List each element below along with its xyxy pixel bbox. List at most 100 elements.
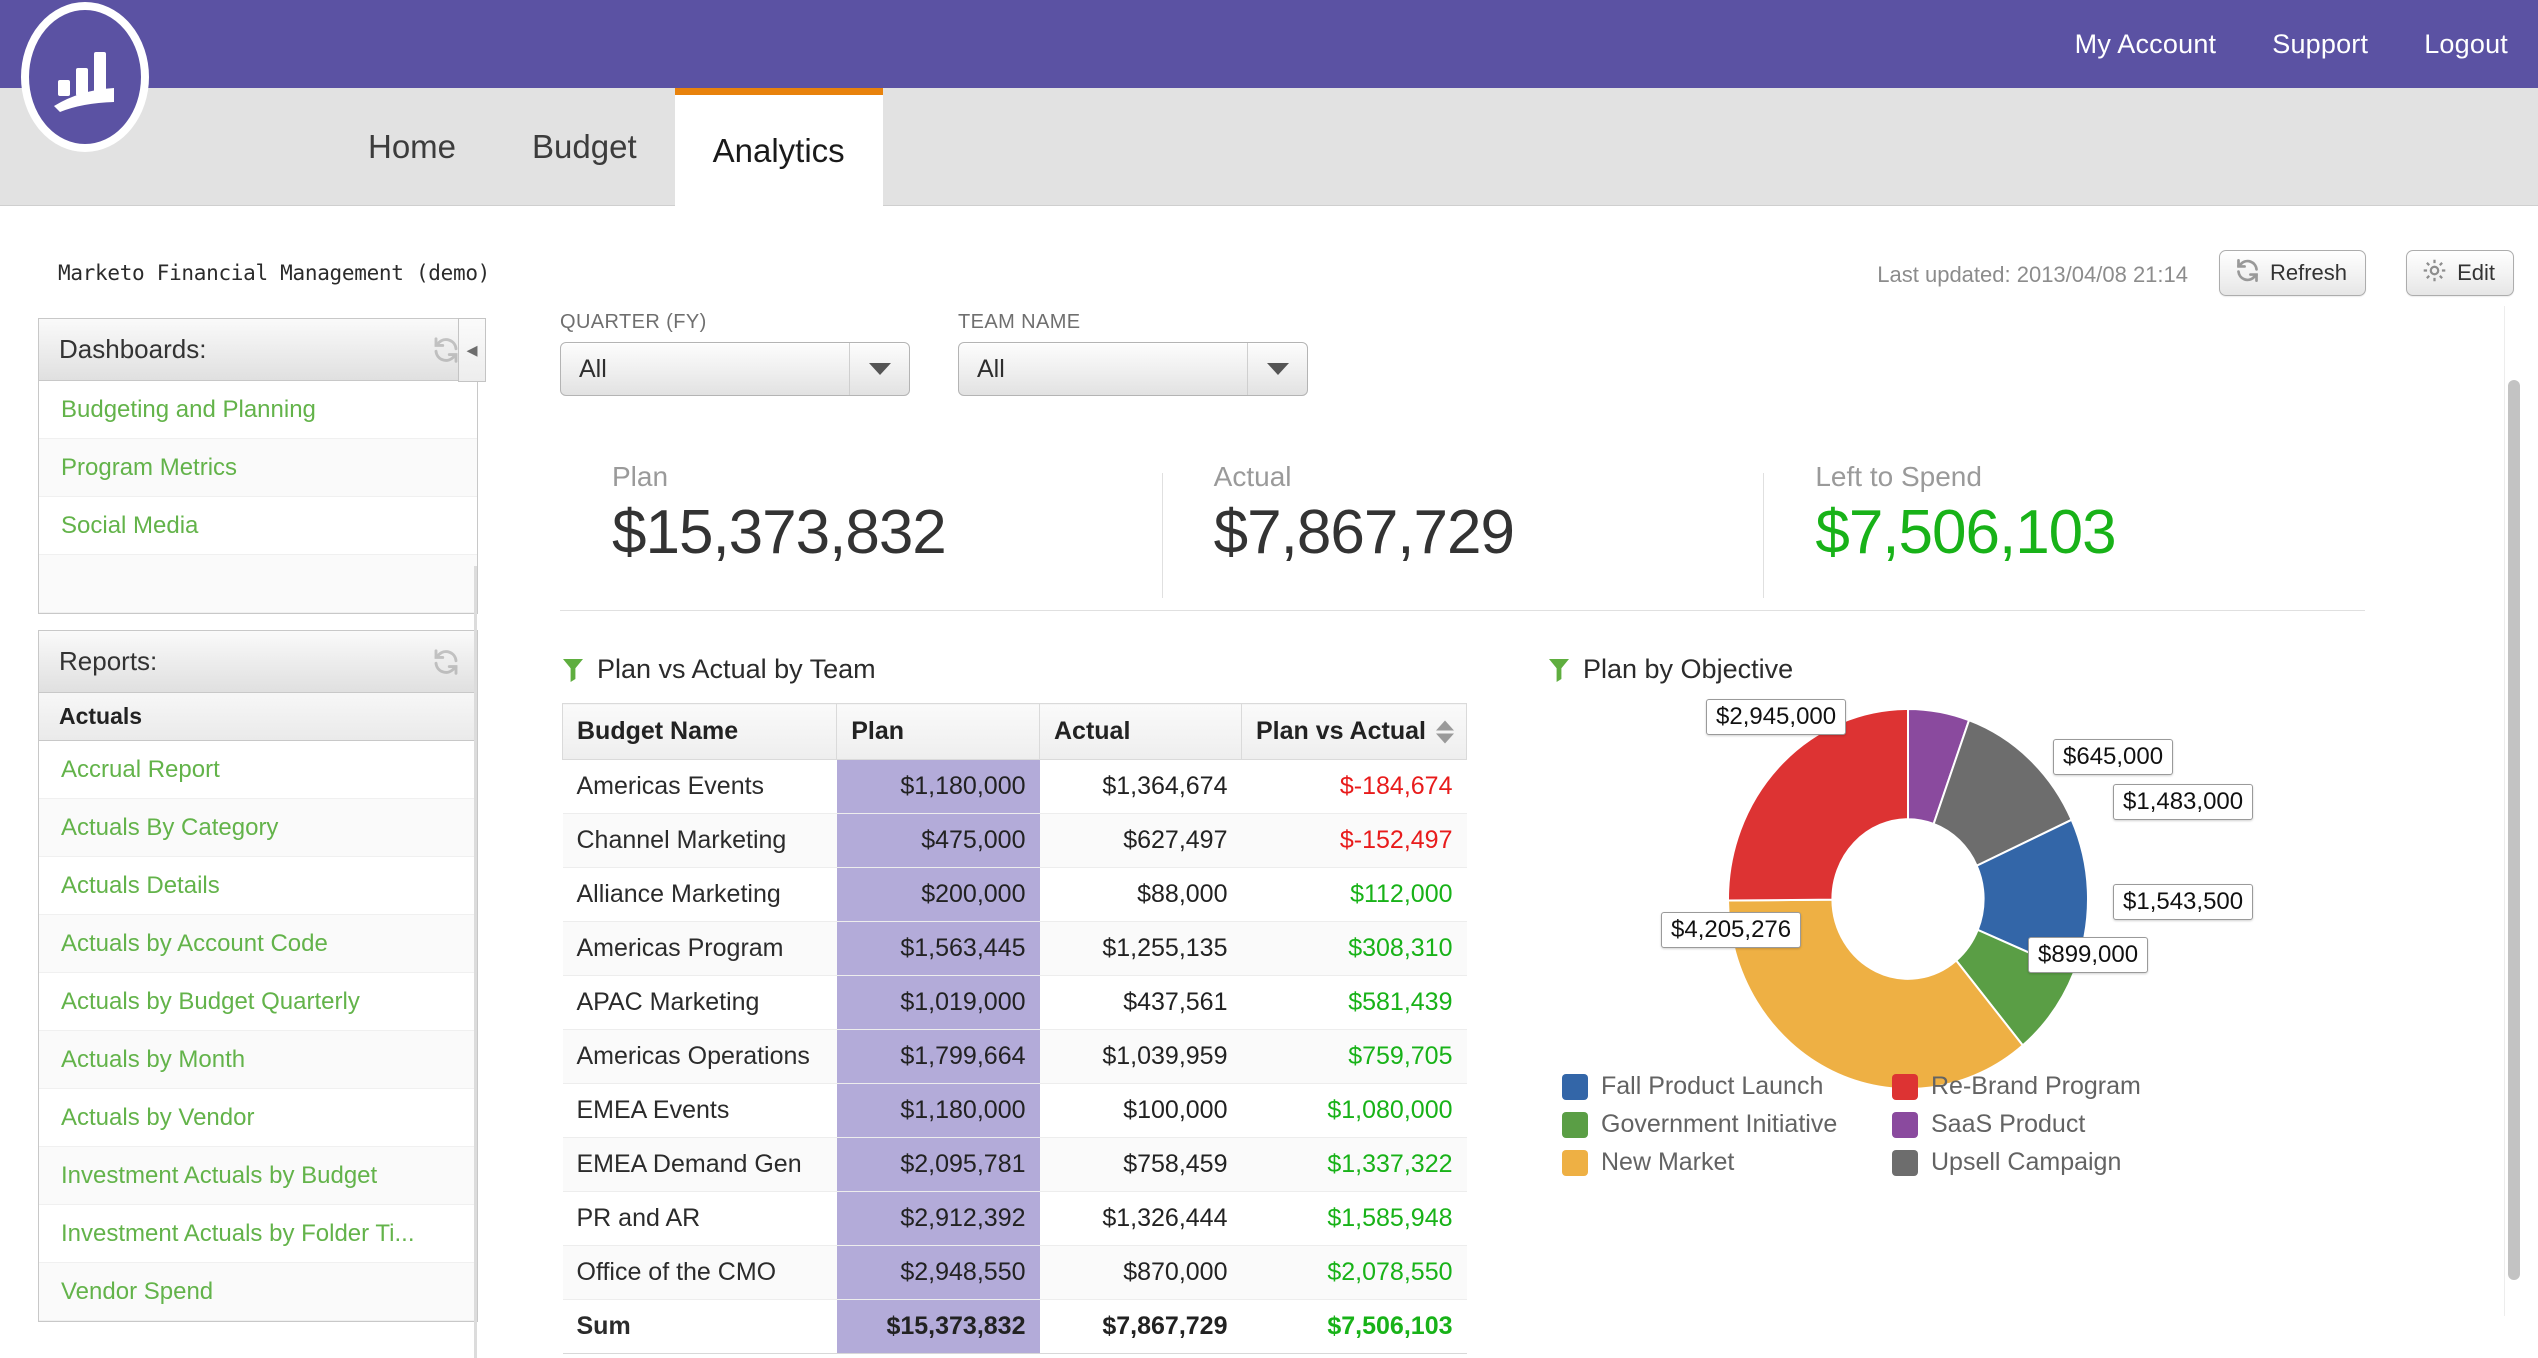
col-plan-vs-actual[interactable]: Plan vs Actual (1240, 703, 1468, 760)
table-row[interactable]: EMEA Demand Gen $2,095,781 $758,459 $1,337,… (562, 1137, 1467, 1192)
cell-plan-vs-actual: $759,705 (1241, 1029, 1467, 1084)
nav-my-account[interactable]: My Account (2075, 29, 2217, 60)
legend-label: Government Initiative (1601, 1110, 1838, 1138)
legend-label: Re-Brand Program (1931, 1072, 2141, 1100)
filter-team-label: TEAM NAME (958, 311, 1081, 333)
cell-budget-name: PR and AR (562, 1191, 837, 1246)
plan-by-objective-title-row: Plan by Objective (1548, 654, 2448, 685)
cell-sum-actual: $7,867,729 (1039, 1299, 1242, 1354)
donut-chart[interactable] (1708, 699, 2108, 1099)
cell-sum-plan-vs-actual: $7,506,103 (1241, 1299, 1467, 1354)
sidebar-item-actuals-by-month[interactable]: Actuals by Month (39, 1031, 477, 1089)
reports-panel: Reports: Actuals Accrual Report Actuals … (38, 630, 478, 1322)
page-scrollbar-thumb[interactable] (2508, 380, 2520, 1280)
cell-plan-vs-actual: $581,439 (1241, 975, 1467, 1030)
tab-analytics-label: Analytics (712, 131, 845, 169)
cell-plan-vs-actual: $-152,497 (1241, 813, 1467, 868)
top-header-bar: My Account Support Logout (0, 0, 2538, 88)
quarter-select[interactable]: All (560, 342, 910, 396)
dashboards-refresh-icon[interactable] (431, 335, 461, 365)
legend-swatch (1562, 1111, 1588, 1138)
table-row[interactable]: Office of the CMO $2,948,550 $870,000 $2,07… (562, 1245, 1467, 1300)
legend-item[interactable]: Upsell Campaign (1892, 1148, 2212, 1177)
sidebar-item-actuals-by-category[interactable]: Actuals By Category (39, 799, 477, 857)
col-actual[interactable]: Actual (1039, 703, 1242, 760)
cell-actual: $437,561 (1039, 975, 1242, 1030)
cell-plan: $1,180,000 (836, 759, 1040, 814)
sidebar-item-actuals-by-budget-quarterly[interactable]: Actuals by Budget Quarterly (39, 973, 477, 1031)
legend-label: SaaS Product (1931, 1110, 2086, 1138)
table-row[interactable]: APAC Marketing $1,019,000 $437,561 $581,439 (562, 975, 1467, 1030)
dashboards-list: Budgeting and Planning Program Metrics S… (39, 381, 477, 613)
table-row[interactable]: Americas Events $1,180,000 $1,364,674 $-184… (562, 759, 1467, 814)
nav-logout[interactable]: Logout (2424, 29, 2508, 60)
kpi-left-to-spend: Left to Spend $7,506,103 (1763, 461, 2365, 610)
table-row[interactable]: Alliance Marketing $200,000 $88,000 $112,00… (562, 867, 1467, 922)
legend-item[interactable]: SaaS Product (1892, 1110, 2212, 1139)
cell-plan-vs-actual: $-184,674 (1241, 759, 1467, 814)
legend-label: New Market (1601, 1148, 1735, 1176)
sidebar-item-actuals-details[interactable]: Actuals Details (39, 857, 477, 915)
cell-plan: $1,019,000 (836, 975, 1040, 1030)
kpi-summary-row: Plan $15,373,832 Actual $7,867,729 Left … (560, 461, 2365, 611)
legend-swatch (1562, 1073, 1588, 1100)
filter-funnel-icon[interactable] (1548, 657, 1570, 683)
reports-group-actuals[interactable]: Actuals (39, 693, 477, 741)
cell-budget-name: Americas Operations (562, 1029, 837, 1084)
cell-actual: $1,326,444 (1039, 1191, 1242, 1246)
table-header-row: Budget Name Plan Actual Plan vs Actual (561, 703, 1468, 760)
dashboards-title: Dashboards: (59, 334, 207, 364)
tab-analytics[interactable]: Analytics (674, 88, 883, 206)
sidebar-item-social-media[interactable]: Social Media (39, 497, 477, 555)
sort-icon[interactable] (1436, 720, 1454, 743)
sidebar-item-accrual-report[interactable]: Accrual Report (39, 741, 477, 799)
table-row[interactable]: PR and AR $2,912,392 $1,326,444 $1,585,948 (562, 1191, 1467, 1246)
col-budget-name[interactable]: Budget Name (561, 703, 838, 760)
sidebar-collapse-button[interactable]: ◂ (458, 318, 486, 382)
cell-budget-name: Office of the CMO (562, 1245, 837, 1300)
sidebar-item-actuals-by-vendor[interactable]: Actuals by Vendor (39, 1089, 477, 1147)
sidebar-scrollbar[interactable] (474, 566, 477, 1358)
donut-slice-value-label: $1,543,500 (2113, 884, 2254, 920)
filter-quarter: QUARTER (FY) All (560, 311, 910, 396)
kpi-plan-value: $15,373,832 (612, 498, 947, 567)
tab-home[interactable]: Home (330, 88, 494, 206)
table-row[interactable]: Americas Operations $1,799,664 $1,039,959 $… (562, 1029, 1467, 1084)
cell-budget-name: Alliance Marketing (562, 867, 837, 922)
sidebar-item-budgeting-and-planning[interactable]: Budgeting and Planning (39, 381, 477, 439)
tab-budget[interactable]: Budget (494, 88, 675, 206)
table-row[interactable]: EMEA Events $1,180,000 $100,000 $1,080,000 (562, 1083, 1467, 1138)
team-name-select[interactable]: All (958, 342, 1308, 396)
reports-panel-header: Reports: (39, 631, 477, 693)
chevron-down-icon (849, 343, 909, 395)
legend-item[interactable]: Re-Brand Program (1892, 1072, 2212, 1101)
marketo-bar-chart-logo[interactable] (10, 2, 160, 152)
dashboards-panel-header: Dashboards: (39, 319, 477, 381)
cell-plan-vs-actual: $308,310 (1241, 921, 1467, 976)
cell-plan-vs-actual: $112,000 (1241, 867, 1467, 922)
col-plan[interactable]: Plan (836, 703, 1040, 760)
team-name-select-value: All (977, 354, 1005, 383)
tab-group: Home Budget Analytics (330, 88, 883, 206)
cell-plan: $475,000 (836, 813, 1040, 868)
sidebar-item-vendor-spend[interactable]: Vendor Spend (39, 1263, 477, 1321)
sidebar-item-actuals-by-account-code[interactable]: Actuals by Account Code (39, 915, 477, 973)
legend-item[interactable]: Fall Product Launch (1562, 1072, 1882, 1101)
filter-funnel-icon[interactable] (562, 657, 584, 683)
sidebar-item-program-metrics[interactable]: Program Metrics (39, 439, 477, 497)
page-scrollbar[interactable] (2504, 306, 2522, 1316)
reports-refresh-icon[interactable] (431, 647, 461, 677)
table-body: Americas Events $1,180,000 $1,364,674 $-184… (562, 759, 1467, 1354)
plan-vs-actual-title-row: Plan vs Actual by Team (562, 654, 1467, 685)
legend-item[interactable]: New Market (1562, 1148, 1882, 1177)
cell-budget-name: Americas Events (562, 759, 837, 814)
donut-slice[interactable] (1727, 707, 1909, 902)
nav-support[interactable]: Support (2272, 29, 2368, 60)
sidebar-item-investment-actuals-by-budget[interactable]: Investment Actuals by Budget (39, 1147, 477, 1205)
sidebar-item-investment-actuals-by-folder[interactable]: Investment Actuals by Folder Ti... (39, 1205, 477, 1263)
cell-sum-plan: $15,373,832 (836, 1299, 1040, 1354)
legend-item[interactable]: Government Initiative (1562, 1110, 1882, 1139)
donut-slice-value-label: $899,000 (2028, 937, 2149, 973)
table-row[interactable]: Channel Marketing $475,000 $627,497 $-152,4… (562, 813, 1467, 868)
table-row[interactable]: Americas Program $1,563,445 $1,255,135 $308… (562, 921, 1467, 976)
